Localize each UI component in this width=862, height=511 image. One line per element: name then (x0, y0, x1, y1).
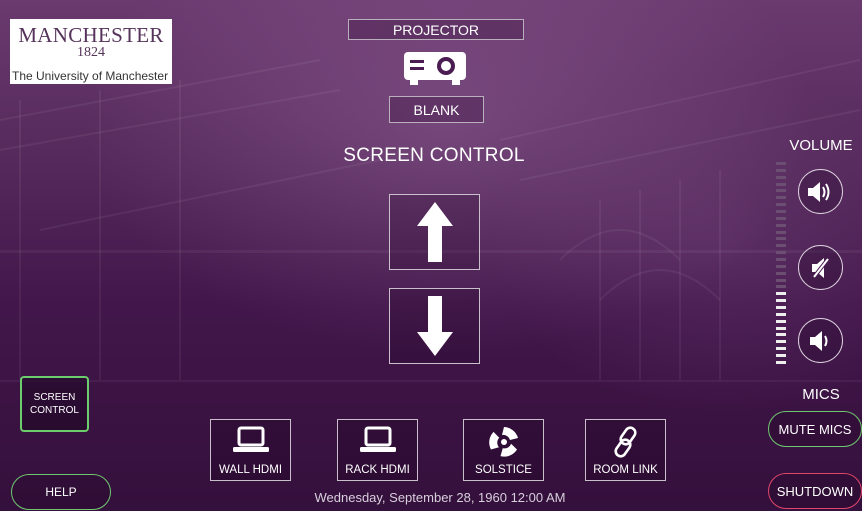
volume-meter-segment (776, 216, 786, 220)
volume-meter-segment (776, 306, 786, 310)
screen-up-button[interactable] (389, 194, 480, 270)
volume-up-icon (807, 181, 829, 202)
source-solstice-button[interactable]: SOLSTICE (463, 419, 544, 481)
volume-mute-button[interactable] (798, 245, 843, 290)
volume-meter-segment (776, 203, 786, 207)
arrow-down-icon (416, 296, 453, 356)
screen-control-title: SCREEN CONTROL (343, 145, 525, 166)
speaker-mute-icon (811, 257, 830, 278)
arrow-up-icon (416, 202, 453, 262)
source-wall-hdmi-button[interactable]: WALL HDMI (210, 419, 291, 481)
volume-meter-segment (776, 251, 786, 255)
mics-label: MICS (802, 386, 840, 403)
volume-meter-segment (776, 189, 786, 193)
volume-meter (776, 162, 786, 364)
solstice-icon (488, 427, 518, 457)
volume-meter-segment (776, 360, 786, 364)
volume-meter-segment (776, 340, 786, 344)
volume-meter-segment (776, 237, 786, 241)
source-label: ROOM LINK (593, 464, 658, 476)
volume-meter-segment (776, 271, 786, 275)
volume-meter-segment (776, 168, 786, 172)
laptop-icon (359, 426, 396, 452)
source-label: WALL HDMI (218, 464, 283, 476)
logo-name: MANCHESTER (18, 23, 164, 47)
source-room-link-button[interactable]: ROOM LINK (585, 419, 666, 481)
volume-meter-segment (776, 312, 786, 316)
volume-meter-segment (776, 299, 786, 303)
mute-mics-button[interactable]: MUTE MICS (768, 411, 862, 447)
shutdown-button[interactable]: SHUTDOWN (768, 473, 862, 509)
volume-meter-segment (776, 210, 786, 214)
screen-control-button[interactable]: SCREEN CONTROL (20, 376, 89, 432)
projector-icon[interactable] (400, 46, 470, 90)
volume-meter-segment (776, 244, 786, 248)
blank-button[interactable]: BLANK (389, 96, 484, 123)
volume-meter-segment (776, 285, 786, 289)
volume-meter-segment (776, 182, 786, 186)
volume-meter-segment (776, 264, 786, 268)
logo-subtitle: The University of Manchester (12, 69, 169, 83)
volume-label: VOLUME (789, 137, 853, 154)
volume-meter-segment (776, 258, 786, 262)
volume-down-button[interactable] (798, 318, 843, 363)
volume-meter-segment (776, 196, 786, 200)
volume-meter-segment (776, 278, 786, 282)
laptop-icon (232, 426, 269, 452)
volume-meter-segment (776, 230, 786, 234)
university-logo: MANCHESTER 1824 The University of Manche… (10, 19, 172, 84)
volume-meter-segment (776, 326, 786, 330)
projector-label: PROJECTOR (348, 19, 524, 40)
logo-year: 1824 (77, 45, 105, 60)
source-label: RACK HDMI (345, 464, 410, 476)
volume-meter-segment (776, 175, 786, 179)
volume-meter-segment (776, 223, 786, 227)
volume-meter-segment (776, 292, 786, 296)
volume-meter-segment (776, 347, 786, 351)
volume-meter-segment (776, 354, 786, 358)
link-icon (613, 426, 637, 458)
volume-meter-segment (776, 319, 786, 323)
volume-meter-segment (776, 333, 786, 337)
datetime-display: Wednesday, September 28, 1960 12:00 AM (314, 490, 566, 505)
source-rack-hdmi-button[interactable]: RACK HDMI (337, 419, 418, 481)
screen-down-button[interactable] (389, 288, 480, 364)
volume-up-button[interactable] (798, 169, 843, 214)
help-button[interactable]: HELP (11, 474, 111, 510)
source-label: SOLSTICE (475, 464, 532, 476)
volume-meter-segment (776, 162, 786, 165)
volume-down-icon (809, 330, 827, 351)
